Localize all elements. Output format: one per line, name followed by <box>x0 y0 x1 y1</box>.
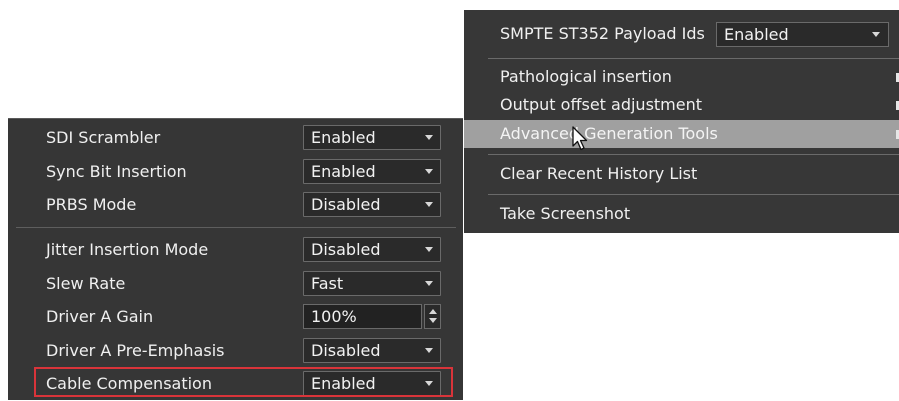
sdi-scrambler-label: SDI Scrambler <box>46 128 161 147</box>
driver-a-gain-label: Driver A Gain <box>46 307 154 326</box>
menu-item-label: Take Screenshot <box>500 204 631 223</box>
sdi-scrambler-value: Enabled <box>311 128 376 147</box>
driver-a-pre-emphasis-label: Driver A Pre-Emphasis <box>46 341 225 360</box>
payload-ids-dropdown[interactable]: Enabled <box>716 22 889 47</box>
slew-rate-dropdown[interactable]: Fast <box>303 271 441 296</box>
sync-bit-insertion-dropdown[interactable]: Enabled <box>303 159 441 184</box>
menu-item-pathological-insertion[interactable]: Pathological insertion <box>464 63 899 91</box>
chevron-down-icon[interactable] <box>429 318 437 323</box>
menu-separator <box>488 154 899 155</box>
chevron-down-icon <box>425 281 433 286</box>
driver-a-pre-emphasis-value: Disabled <box>311 341 381 360</box>
menu-item-advanced-generation-tools[interactable]: Advanced Generation Tools <box>464 120 899 148</box>
jitter-insertion-mode-label: Jitter Insertion Mode <box>46 240 209 259</box>
section-divider <box>16 227 456 228</box>
prbs-mode-row: PRBS Mode Disabled <box>8 188 463 222</box>
driver-a-gain-row: Driver A Gain 100% <box>8 300 463 334</box>
slew-rate-row: Slew Rate Fast <box>8 267 463 301</box>
payload-ids-label: SMPTE ST352 Payload Ids <box>500 24 705 43</box>
menu-item-take-screenshot[interactable]: Take Screenshot <box>464 200 899 228</box>
chevron-down-icon <box>425 247 433 252</box>
menu-separator <box>488 58 899 59</box>
driver-a-gain-value: 100% <box>311 307 357 326</box>
driver-a-gain-input[interactable]: 100% <box>303 304 422 329</box>
menu-item-label: Clear Recent History List <box>500 164 698 183</box>
sdi-scrambler-dropdown[interactable]: Enabled <box>303 125 441 150</box>
menu-item-output-offset-adjustment[interactable]: Output offset adjustment <box>464 91 899 119</box>
slew-rate-value: Fast <box>311 274 344 293</box>
chevron-down-icon <box>425 135 433 140</box>
menu-item-label: Advanced Generation Tools <box>500 124 718 143</box>
mouse-pointer-icon <box>572 126 588 151</box>
context-menu: SMPTE ST352 Payload Ids Enabled Patholog… <box>464 10 899 233</box>
chevron-down-icon <box>425 348 433 353</box>
cable-compensation-highlight <box>34 367 453 397</box>
chevron-up-icon[interactable] <box>429 309 437 314</box>
prbs-mode-label: PRBS Mode <box>46 195 137 214</box>
driver-a-gain-spinbox: 100% <box>303 304 441 329</box>
prbs-mode-value: Disabled <box>311 195 381 214</box>
menu-item-label: Output offset adjustment <box>500 95 703 114</box>
chevron-down-icon <box>872 32 880 37</box>
menu-item-label: Pathological insertion <box>500 67 672 86</box>
jitter-insertion-mode-row: Jitter Insertion Mode Disabled <box>8 233 463 267</box>
jitter-insertion-mode-value: Disabled <box>311 240 381 259</box>
sync-bit-insertion-value: Enabled <box>311 162 376 181</box>
jitter-insertion-mode-dropdown[interactable]: Disabled <box>303 237 441 262</box>
prbs-mode-dropdown[interactable]: Disabled <box>303 192 441 217</box>
menu-separator <box>488 194 899 195</box>
slew-rate-label: Slew Rate <box>46 274 126 293</box>
settings-panel: SDI Scrambler Enabled Sync Bit Insertion… <box>8 118 463 400</box>
driver-a-pre-emphasis-dropdown[interactable]: Disabled <box>303 338 441 363</box>
sync-bit-insertion-label: Sync Bit Insertion <box>46 162 187 181</box>
chevron-down-icon <box>425 202 433 207</box>
menu-item-clear-recent-history[interactable]: Clear Recent History List <box>464 160 899 188</box>
sdi-scrambler-row: SDI Scrambler Enabled <box>8 121 463 155</box>
payload-ids-row: SMPTE ST352 Payload Ids Enabled <box>464 10 899 58</box>
chevron-down-icon <box>425 169 433 174</box>
sync-bit-insertion-row: Sync Bit Insertion Enabled <box>8 155 463 189</box>
driver-a-pre-emphasis-row: Driver A Pre-Emphasis Disabled <box>8 334 463 368</box>
driver-a-gain-stepper[interactable] <box>424 304 441 329</box>
payload-ids-value: Enabled <box>724 25 789 44</box>
